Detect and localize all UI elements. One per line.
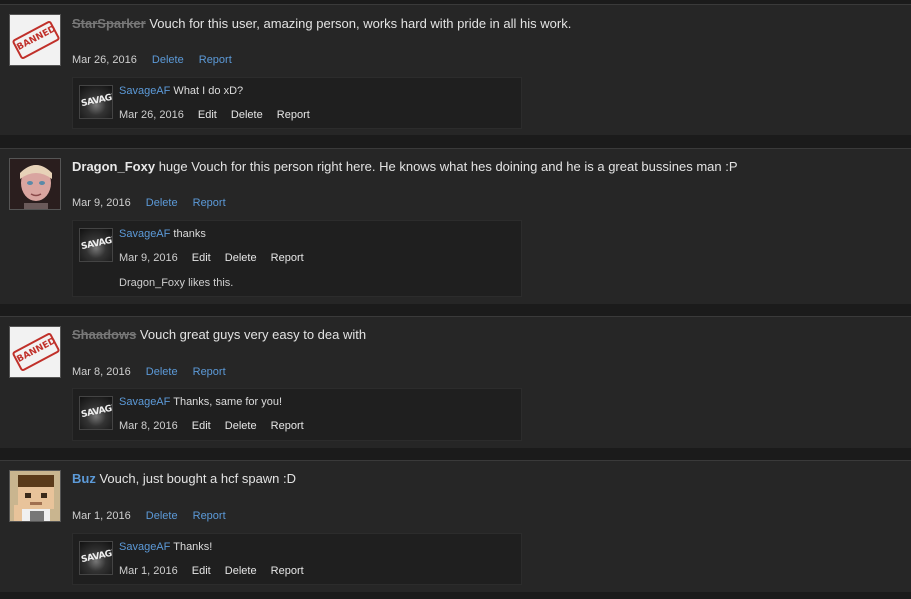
profile-posts-list: BANNED StarSparker Vouch for this user, … [0,0,911,599]
comment-message: Thanks, same for you! [170,396,283,408]
edit-link[interactable]: Edit [192,420,211,432]
reply-avatar[interactable]: SAVAGE [79,396,113,430]
avatar[interactable]: BANNED [9,326,61,378]
report-link[interactable]: Report [277,109,310,121]
banned-stamp-icon: BANNED [11,19,60,61]
report-link[interactable]: Report [271,420,304,432]
comment-message: thanks [170,228,206,240]
profile-post: Buz Vouch, just bought a hcf spawn :D Ma… [0,460,911,592]
report-link[interactable]: Report [193,197,226,209]
profile-post: BANNED Shaadows Vouch great guys very ea… [0,316,911,448]
comment: SAVAGE SavageAF Thanks! Mar 1, 2016 Edit… [72,533,522,585]
profile-post: BANNED StarSparker Vouch for this user, … [0,4,911,135]
post-date[interactable]: Mar 9, 2016 [72,197,131,209]
edit-link[interactable]: Edit [192,565,211,577]
delete-link[interactable]: Delete [225,252,257,264]
post-username[interactable]: Shaadows [72,327,136,342]
post-message: Buz Vouch, just bought a hcf spawn :D [72,471,296,487]
savage-logo-icon: SAVAGE [80,547,113,566]
comment-meta: Mar 9, 2016 Edit Delete Report [119,252,304,264]
edit-link[interactable]: Edit [192,252,211,264]
savage-logo-icon: SAVAGE [80,402,113,421]
comment-message: What I do xD? [170,85,244,97]
comment: SAVAGE SavageAF Thanks, same for you! Ma… [72,388,522,441]
user-photo-icon [10,159,60,209]
edit-link[interactable]: Edit [198,109,217,121]
reply-avatar[interactable]: SAVAGE [79,541,113,575]
comment-username[interactable]: SavageAF [119,396,170,408]
avatar[interactable] [9,470,61,522]
comment-message: Thanks! [170,541,213,553]
post-meta: Mar 9, 2016 Delete Report [72,197,226,209]
avatar[interactable]: BANNED [9,14,61,66]
profile-post: Dragon_Foxy huge Vouch for this person r… [0,148,911,304]
report-link[interactable]: Report [271,565,304,577]
post-text: Vouch, just bought a hcf spawn :D [95,471,297,486]
comment-username[interactable]: SavageAF [119,228,170,240]
comment-username[interactable]: SavageAF [119,541,170,553]
comment-username[interactable]: SavageAF [119,85,170,97]
comment: SAVAGE SavageAF thanks Mar 9, 2016 Edit … [72,220,522,297]
post-date[interactable]: Mar 26, 2016 [72,54,137,66]
delete-link[interactable]: Delete [225,565,257,577]
report-link[interactable]: Report [271,252,304,264]
likes-summary[interactable]: Dragon_Foxy likes this. [119,277,233,289]
comment-date[interactable]: Mar 8, 2016 [119,420,178,432]
savage-logo-icon: SAVAGE [80,234,113,253]
report-link[interactable]: Report [193,510,226,522]
post-text: Vouch great guys very easy to dea with [136,327,367,342]
post-message: Shaadows Vouch great guys very easy to d… [72,327,366,343]
comment-text: SavageAF What I do xD? [119,85,243,97]
post-meta: Mar 26, 2016 Delete Report [72,54,232,66]
post-meta: Mar 1, 2016 Delete Report [72,510,226,522]
comment-text: SavageAF Thanks, same for you! [119,396,282,408]
post-message: Dragon_Foxy huge Vouch for this person r… [72,159,738,175]
post-text: huge Vouch for this person right here. H… [155,159,738,174]
post-username[interactable]: Dragon_Foxy [72,159,155,174]
delete-link[interactable]: Delete [152,54,184,66]
comment-text: SavageAF thanks [119,228,206,240]
comment-meta: Mar 26, 2016 Edit Delete Report [119,109,310,121]
comment-meta: Mar 1, 2016 Edit Delete Report [119,565,304,577]
comment-date[interactable]: Mar 1, 2016 [119,565,178,577]
banned-stamp-icon: BANNED [11,331,60,373]
avatar[interactable] [9,158,61,210]
comment-date[interactable]: Mar 26, 2016 [119,109,184,121]
post-date[interactable]: Mar 8, 2016 [72,366,131,378]
report-link[interactable]: Report [193,366,226,378]
delete-link[interactable]: Delete [231,109,263,121]
post-username[interactable]: Buz [72,471,96,486]
delete-link[interactable]: Delete [225,420,257,432]
comment-meta: Mar 8, 2016 Edit Delete Report [119,420,304,432]
post-date[interactable]: Mar 1, 2016 [72,510,131,522]
post-username[interactable]: StarSparker [72,16,146,31]
reply-avatar[interactable]: SAVAGE [79,228,113,262]
comment-date[interactable]: Mar 9, 2016 [119,252,178,264]
delete-link[interactable]: Delete [146,510,178,522]
comment-text: SavageAF Thanks! [119,541,212,553]
delete-link[interactable]: Delete [146,366,178,378]
post-meta: Mar 8, 2016 Delete Report [72,366,226,378]
reply-avatar[interactable]: SAVAGE [79,85,113,119]
report-link[interactable]: Report [199,54,232,66]
minecraft-avatar-icon [10,471,60,521]
post-text: Vouch for this user, amazing person, wor… [145,16,572,31]
delete-link[interactable]: Delete [146,197,178,209]
post-message: StarSparker Vouch for this user, amazing… [72,16,571,32]
comment: SAVAGE SavageAF What I do xD? Mar 26, 20… [72,77,522,129]
savage-logo-icon: SAVAGE [80,91,113,110]
